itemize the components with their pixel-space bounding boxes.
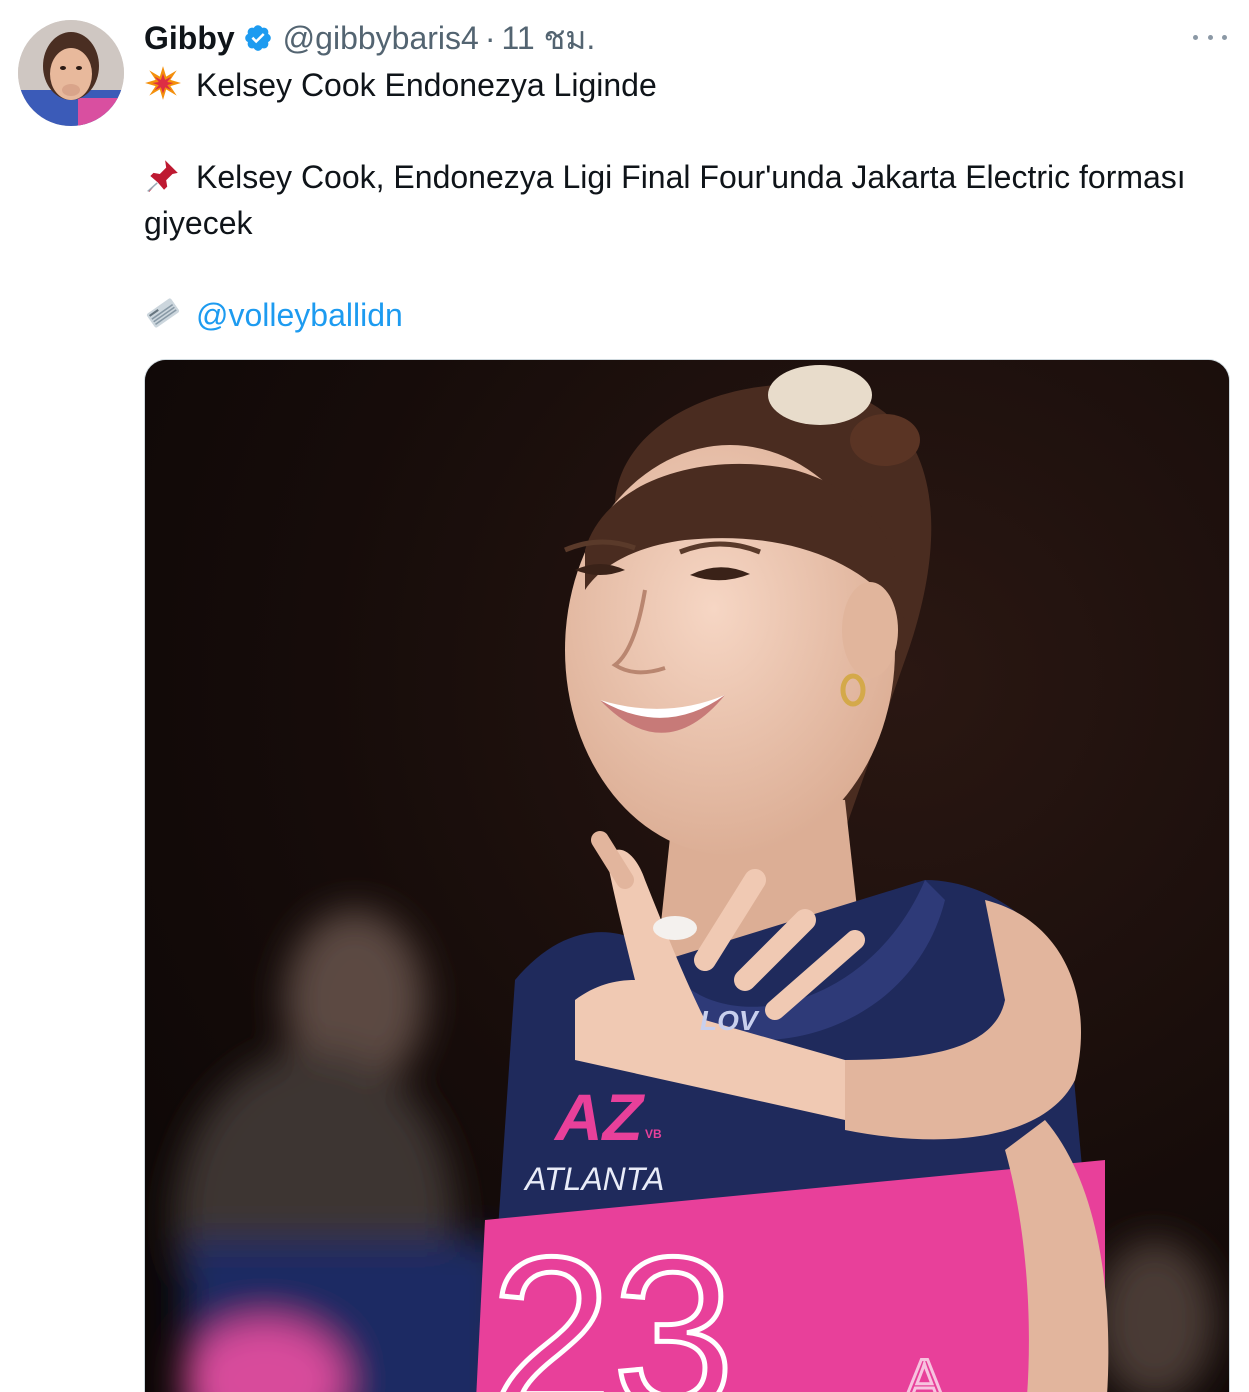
collision-icon <box>145 66 181 100</box>
more-options-button[interactable] <box>1193 22 1227 52</box>
tweet-body: Kelsey Cook, Endonezya Ligi Final Four'u… <box>144 159 1186 241</box>
avatar[interactable] <box>18 20 124 126</box>
tweet-line-1: Kelsey Cook Endonezya Liginde <box>144 62 1236 108</box>
timestamp[interactable]: 11 ชม. <box>501 16 595 60</box>
hair-scrunchie <box>768 365 872 425</box>
separator-dot: · <box>484 20 496 56</box>
author-handle[interactable]: @gibbybaris4 <box>283 16 479 60</box>
verified-badge-icon <box>244 25 271 51</box>
newspaper-icon <box>146 298 180 328</box>
player-photo: LOV AZ VB ATLANTA 23 A <box>145 360 1229 1392</box>
jersey-city: ATLANTA <box>523 1161 664 1197</box>
tweet-line-2: Kelsey Cook, Endonezya Ligi Final Four'u… <box>144 154 1236 246</box>
jersey-brand: AZ <box>553 1080 646 1154</box>
display-name[interactable]: Gibby <box>144 16 235 60</box>
tweet-photo[interactable]: LOV AZ VB ATLANTA 23 A <box>144 359 1230 1392</box>
tweet-line-3: @volleyballidn <box>144 292 1236 338</box>
jersey-number: 23 <box>490 1211 735 1392</box>
tweet-header: Gibby @gibbybaris4 · 11 ชม. <box>144 16 595 60</box>
jersey-side-letter: A <box>905 1348 944 1392</box>
more-dot <box>1207 34 1213 40</box>
jersey-partial-text: LOV <box>700 1005 760 1036</box>
more-horizontal-icon <box>1193 34 1198 40</box>
source-mention-link[interactable]: @volleyballidn <box>196 297 403 333</box>
tweet-headline: Kelsey Cook Endonezya Liginde <box>196 67 657 103</box>
pushpin-icon <box>147 160 178 192</box>
jersey-brand-sub: VB <box>645 1127 662 1141</box>
tweet[interactable]: Gibby @gibbybaris4 · 11 ชม. Kelsey Cook … <box>0 0 1249 1392</box>
more-dot <box>1222 34 1227 40</box>
tweet-text: Kelsey Cook Endonezya Liginde Kelsey Coo… <box>144 62 1236 338</box>
